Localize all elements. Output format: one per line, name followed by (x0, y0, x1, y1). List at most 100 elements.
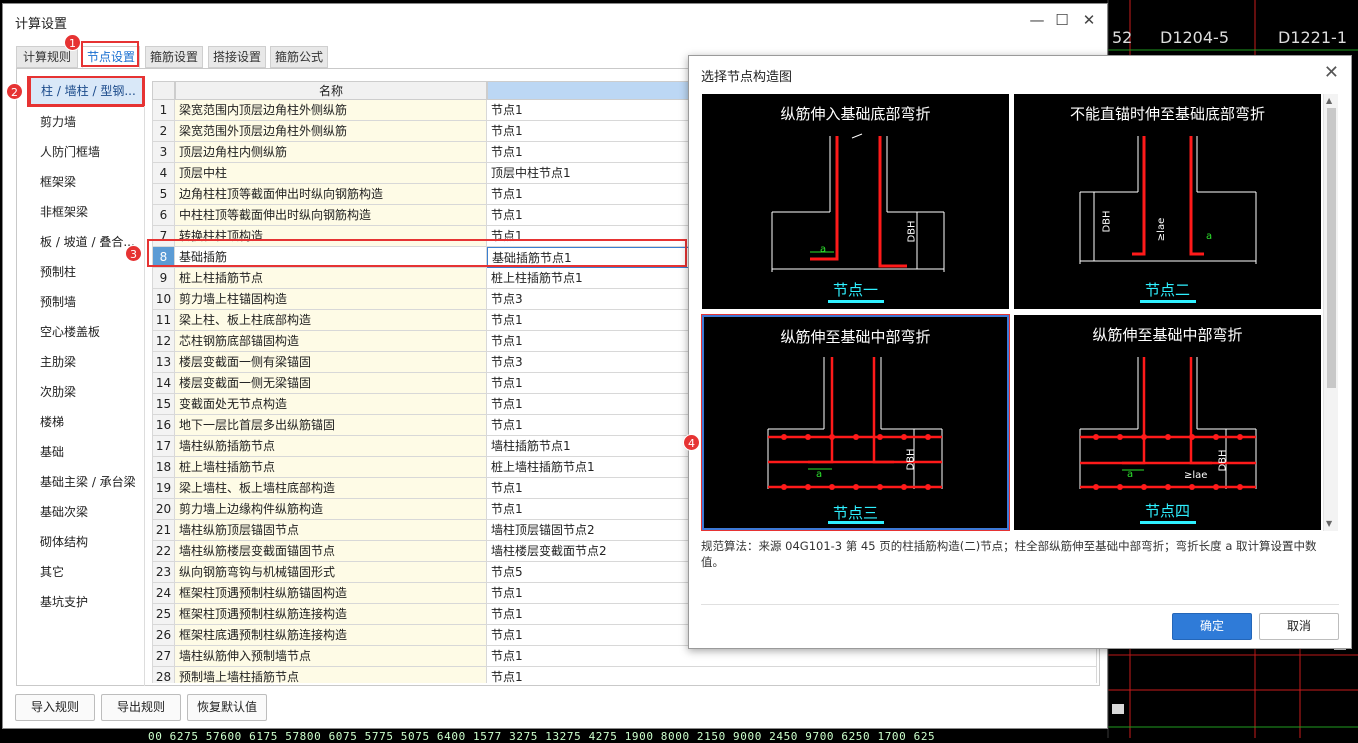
sidebar-item[interactable]: 主肋梁 (21, 347, 145, 377)
export-rules-button[interactable]: 导出规则 (101, 694, 181, 721)
sidebar-item[interactable]: 非框架梁 (21, 197, 145, 227)
sidebar-item[interactable]: 空心楼盖板 (21, 317, 145, 347)
sidebar-item[interactable]: 砌体结构 (21, 527, 145, 557)
sidebar-item[interactable]: 基坑支护 (21, 587, 145, 617)
row-name: 梁宽范围外顶层边角柱外侧纵筋 (175, 121, 487, 142)
scroll-down-icon[interactable]: ▼ (1326, 519, 1332, 528)
node-2-label-a: a (1206, 231, 1213, 242)
restore-defaults-button[interactable]: 恢复默认值 (187, 694, 267, 721)
sidebar-item[interactable]: 楼梯 (21, 407, 145, 437)
row-name: 纵向钢筋弯钩与机械锚固形式 (175, 562, 487, 583)
sidebar-item[interactable]: 基础主梁 / 承台梁 (21, 467, 145, 497)
row-name: 框架柱顶遇预制柱纵筋锚固构造 (175, 583, 487, 604)
maximize-button[interactable]: ☐ (1050, 9, 1074, 31)
row-index: 8 (152, 247, 175, 268)
sidebar-item[interactable]: 次肋梁 (21, 377, 145, 407)
import-rules-button[interactable]: 导入规则 (15, 694, 95, 721)
node-1-label-a: a (820, 244, 827, 255)
tab-lap-settings[interactable]: 搭接设置 (208, 46, 266, 68)
row-index: 21 (152, 520, 175, 541)
annotation-badge: 1 (64, 34, 81, 51)
row-index: 13 (152, 352, 175, 373)
row-name: 墙柱纵筋顶层锚固节点 (175, 520, 487, 541)
row-index: 24 (152, 583, 175, 604)
row-index: 6 (152, 205, 175, 226)
tab-node-settings[interactable]: 节点设置 (82, 46, 140, 68)
row-index: 19 (152, 478, 175, 499)
cad-label: D1221-1 (1278, 28, 1347, 47)
tab-stirrup-formula[interactable]: 箍筋公式 (270, 46, 328, 68)
minimize-button[interactable]: — (1025, 9, 1049, 31)
ok-button[interactable]: 确定 (1172, 613, 1252, 640)
row-index: 5 (152, 184, 175, 205)
row-index: 20 (152, 499, 175, 520)
sidebar-item[interactable]: 剪力墙 (21, 107, 145, 137)
node-2-label-lae: ≥lae (1156, 217, 1168, 242)
sidebar-item[interactable]: 预制柱 (21, 257, 145, 287)
row-name: 剪力墙上边缘构件纵筋构造 (175, 499, 487, 520)
node-2-caption: 节点二 (1144, 281, 1190, 299)
node-1-label-dbh: DBH (906, 220, 918, 243)
row-node[interactable]: 节点1 (487, 667, 1097, 683)
sidebar-item[interactable]: 基础次梁 (21, 497, 145, 527)
sidebar-item[interactable]: 其它 (21, 557, 145, 587)
row-name: 墙柱纵筋楼层变截面锚固节点 (175, 541, 487, 562)
node-option-2[interactable]: 不能直锚时伸至基础底部弯折 DBH ≥lae a 节点二 (1014, 94, 1321, 309)
node-option-3[interactable]: 纵筋伸至基础中部弯折 a DBH 节点三 (701, 314, 1010, 531)
node-4-caption: 节点四 (1144, 502, 1190, 520)
scroll-thumb[interactable] (1327, 108, 1336, 388)
header-name[interactable]: 名称 (175, 81, 487, 100)
row-name: 剪力墙上柱锚固构造 (175, 289, 487, 310)
row-index: 14 (152, 373, 175, 394)
row-name: 楼层变截面一侧有梁锚固 (175, 352, 487, 373)
row-name: 框架柱顶遇预制柱纵筋连接构造 (175, 604, 487, 625)
row-index: 1 (152, 100, 175, 121)
row-name: 预制墙上墙柱插筋节点 (175, 667, 487, 683)
picker-scrollbar[interactable]: ▲ ▼ (1323, 94, 1338, 531)
cancel-button[interactable]: 取消 (1259, 613, 1339, 640)
row-index: 3 (152, 142, 175, 163)
row-name: 梁上墙柱、板上墙柱底部构造 (175, 478, 487, 499)
dialog-title: 计算设置 (15, 17, 68, 32)
row-name: 墙柱纵筋伸入预制墙节点 (175, 646, 487, 667)
table-row[interactable]: 27 墙柱纵筋伸入预制墙节点 节点1 (152, 646, 1097, 667)
tab-stirrup-settings[interactable]: 箍筋设置 (145, 46, 203, 68)
node-4-underline (1140, 521, 1196, 524)
row-name: 桩上墙柱插筋节点 (175, 457, 487, 478)
sidebar-item[interactable]: 预制墙 (21, 287, 145, 317)
row-node[interactable]: 节点1 (487, 646, 1097, 667)
close-icon[interactable]: ✕ (1324, 62, 1339, 83)
node-1-underline (828, 300, 884, 303)
node-4-label-dbh: DBH (1217, 449, 1229, 472)
row-index: 2 (152, 121, 175, 142)
row-index: 11 (152, 310, 175, 331)
picker-title: 选择节点构造图 (701, 70, 793, 85)
sidebar-item[interactable]: 框架梁 (21, 167, 145, 197)
row-index: 12 (152, 331, 175, 352)
node-picker-dialog: 选择节点构造图 ✕ 纵筋伸入基础底部弯折 a DBH 节点一 不能直锚时伸至基础… (688, 55, 1352, 649)
sidebar-item-column[interactable]: 柱 / 墙柱 / 型钢... (29, 76, 145, 106)
row-index: 22 (152, 541, 175, 562)
close-button[interactable]: ✕ (1077, 9, 1101, 31)
row-name: 地下一层比首层多出纵筋锚固 (175, 415, 487, 436)
row-name: 变截面处无节点构造 (175, 394, 487, 415)
row-name: 桩上柱插筋节点 (175, 268, 487, 289)
scroll-up-icon[interactable]: ▲ (1326, 96, 1332, 105)
table-row[interactable]: 28 预制墙上墙柱插筋节点 节点1 (152, 667, 1097, 683)
row-index: 16 (152, 415, 175, 436)
node-3-label-dbh: DBH (905, 448, 917, 471)
sidebar-item[interactable]: 人防门框墙 (21, 137, 145, 167)
node-2-title: 不能直锚时伸至基础底部弯折 (1069, 105, 1265, 123)
row-name: 芯柱钢筋底部锚固构造 (175, 331, 487, 352)
divider (701, 604, 1339, 605)
component-sidebar: 柱 / 墙柱 / 型钢... 剪力墙 人防门框墙 框架梁 非框架梁 板 / 坡道… (21, 76, 145, 686)
row-name: 顶层中柱 (175, 163, 487, 184)
node-option-4[interactable]: 纵筋伸至基础中部弯折 a ≥lae DBH 节点四 (1014, 315, 1321, 530)
node-option-1[interactable]: 纵筋伸入基础底部弯折 a DBH 节点一 (702, 94, 1009, 309)
row-name: 基础插筋 (175, 247, 487, 268)
row-name: 楼层变截面一侧无梁锚固 (175, 373, 487, 394)
cad-ruler: 00 6275 57600 6175 57800 6075 5775 5075 … (148, 730, 936, 743)
node-1-caption: 节点一 (832, 281, 878, 299)
row-index: 27 (152, 646, 175, 667)
sidebar-item[interactable]: 基础 (21, 437, 145, 467)
